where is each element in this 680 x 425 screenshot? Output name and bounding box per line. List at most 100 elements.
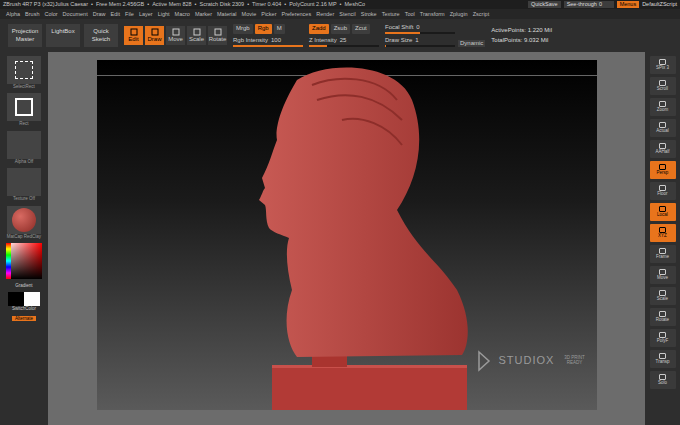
shelf-button[interactable]: Scroll <box>650 77 676 95</box>
menu-item[interactable]: Edit <box>111 11 120 18</box>
left-panel-item[interactable]: SelectRect <box>7 56 41 89</box>
shelf-button[interactable]: XYZ <box>650 224 676 242</box>
left-panel-item[interactable]: Texture Off <box>7 168 41 201</box>
menu-item[interactable]: Marker <box>195 11 212 18</box>
menu-item[interactable]: Preferences <box>282 11 312 18</box>
alternate-button[interactable]: Alternate <box>12 316 36 321</box>
shelf-button[interactable]: Move <box>650 266 676 284</box>
stat: •PolyCount 2.16 MP <box>284 1 336 8</box>
title: ZBrush 4R7 P3 (x32)Julius Caesar <box>3 1 88 8</box>
color-picker[interactable] <box>6 243 42 279</box>
select-rect-icon <box>15 61 33 79</box>
stat: •Free Mem 2.456GB <box>91 1 144 8</box>
menu-item[interactable]: Light <box>158 11 170 18</box>
menus-button[interactable]: Menus <box>617 1 640 8</box>
see-through-slider[interactable]: See-through0 <box>564 1 614 8</box>
shelf-button[interactable]: Frame <box>650 245 676 263</box>
menu-item[interactable]: Zscript <box>473 11 490 18</box>
menu-item[interactable]: Material <box>217 11 237 18</box>
menu-item[interactable]: File <box>125 11 134 18</box>
stat: •Scratch Disk 2309 <box>195 1 245 8</box>
stat: •MeshCo <box>340 1 365 8</box>
menu-bar: Alpha Brush Color Document Draw Edit File Layer… <box>0 9 680 19</box>
menu-item[interactable]: Texture <box>382 11 400 18</box>
z-mode-button[interactable]: Zcut <box>352 24 370 33</box>
mode-button[interactable]: Rotate <box>208 26 227 45</box>
shelf-icon <box>659 248 666 254</box>
z-mode-button[interactable]: Zsub <box>331 24 350 33</box>
dynamic-button[interactable]: Dynamic <box>458 40 485 47</box>
menu-item[interactable]: Layer <box>139 11 153 18</box>
color-mode-button[interactable]: Mrgb <box>233 24 253 33</box>
shelf-icon <box>659 59 666 65</box>
shelf-icon <box>659 374 666 380</box>
secondary-color-swatch[interactable] <box>24 292 40 306</box>
mode-button[interactable]: Draw <box>145 26 164 45</box>
menu-item[interactable]: Movie <box>242 11 257 18</box>
menu-item[interactable]: Document <box>63 11 88 18</box>
menu-item[interactable]: Picker <box>261 11 276 18</box>
menu-item[interactable]: Alpha <box>6 11 20 18</box>
menu-item[interactable]: Brush <box>25 11 39 18</box>
canvas-area: STUDIOX3D PRINT READY <box>48 52 645 425</box>
shelf-button[interactable]: Actual <box>650 119 676 137</box>
switch-color-label[interactable]: SwitchColor <box>12 306 36 311</box>
menu-item[interactable]: Tool <box>405 11 415 18</box>
shelf-button[interactable]: SPix 3 <box>650 56 676 74</box>
menu-item[interactable]: Macro <box>175 11 190 18</box>
document-canvas[interactable]: STUDIOX3D PRINT READY <box>97 60 597 410</box>
shelf-icon <box>659 332 666 338</box>
menu-item[interactable]: Render <box>316 11 334 18</box>
toolbar-button[interactable]: Quick Sketch <box>84 24 118 46</box>
shelf-icon <box>659 353 666 359</box>
mode-button[interactable]: Edit <box>124 26 143 45</box>
shelf-icon <box>659 185 666 191</box>
color-mode-button[interactable]: M <box>274 24 285 33</box>
shelf-icon <box>659 164 666 170</box>
gradient-label[interactable]: Gradient <box>15 283 32 288</box>
toolbar-button[interactable]: LightBox <box>46 24 80 46</box>
mode-button[interactable]: Move <box>166 26 185 45</box>
script-button[interactable]: DefaultZScript <box>642 1 677 8</box>
menu-item[interactable]: Draw <box>93 11 106 18</box>
left-panel-item[interactable]: Alpha Off <box>7 131 41 164</box>
matcap-icon <box>12 208 36 232</box>
slider[interactable]: Draw Size1 <box>385 37 455 47</box>
left-panel-item[interactable]: MatCap RedClay <box>7 206 41 239</box>
shelf-button[interactable]: Solo <box>650 371 676 389</box>
shelf-button[interactable]: Scale <box>650 287 676 305</box>
z-mode-button[interactable]: Zadd <box>309 24 329 33</box>
mode-button[interactable]: Scale <box>187 26 206 45</box>
zbrush-window: ZBrush 4R7 P3 (x32)Julius Caesar•Free Me… <box>0 0 680 425</box>
left-panel-item[interactable]: Rect <box>7 93 41 126</box>
points-readout: TotalPoints: 9.032 Mil <box>491 37 552 44</box>
toolbar-button[interactable]: Projection Master <box>8 24 42 46</box>
shelf-button[interactable]: Rotate <box>650 308 676 326</box>
shelf-button[interactable]: Transp <box>650 350 676 368</box>
menu-item[interactable]: Zplugin <box>450 11 468 18</box>
title-bar: ZBrush 4R7 P3 (x32)Julius Caesar•Free Me… <box>0 0 680 9</box>
slider[interactable]: Rgb Intensity100 <box>233 37 303 47</box>
slider[interactable]: Focal Shift0 <box>385 24 455 34</box>
stat: •Active Mem 828 <box>147 1 191 8</box>
shelf-button[interactable]: Floor <box>650 182 676 200</box>
quicksave-button[interactable]: QuickSave <box>528 1 561 8</box>
shelf-button[interactable]: AAHalf <box>650 140 676 158</box>
shelf-icon <box>659 122 666 128</box>
studiox-logo-icon <box>477 350 491 372</box>
menu-item[interactable]: Transform <box>420 11 445 18</box>
menu-item[interactable]: Stencil <box>339 11 356 18</box>
watermark: STUDIOX3D PRINT READY <box>477 350 587 372</box>
color-mode-button[interactable]: Rgb <box>255 24 272 33</box>
shelf-button[interactable]: PolyF <box>650 329 676 347</box>
toolbar: Projection MasterLightBoxQuick Sketch Edi… <box>0 19 680 52</box>
slider[interactable]: Z Intensity25 <box>309 37 379 47</box>
menu-item[interactable]: Stroke <box>361 11 377 18</box>
shelf-button[interactable]: Persp <box>650 161 676 179</box>
main-color-swatch[interactable] <box>8 292 24 306</box>
stat: •Timer 0.404 <box>247 1 281 8</box>
shelf-button[interactable]: Zoom <box>650 98 676 116</box>
menu-item[interactable]: Color <box>44 11 57 18</box>
shelf-button[interactable]: Local <box>650 203 676 221</box>
shelf-icon <box>659 143 666 149</box>
